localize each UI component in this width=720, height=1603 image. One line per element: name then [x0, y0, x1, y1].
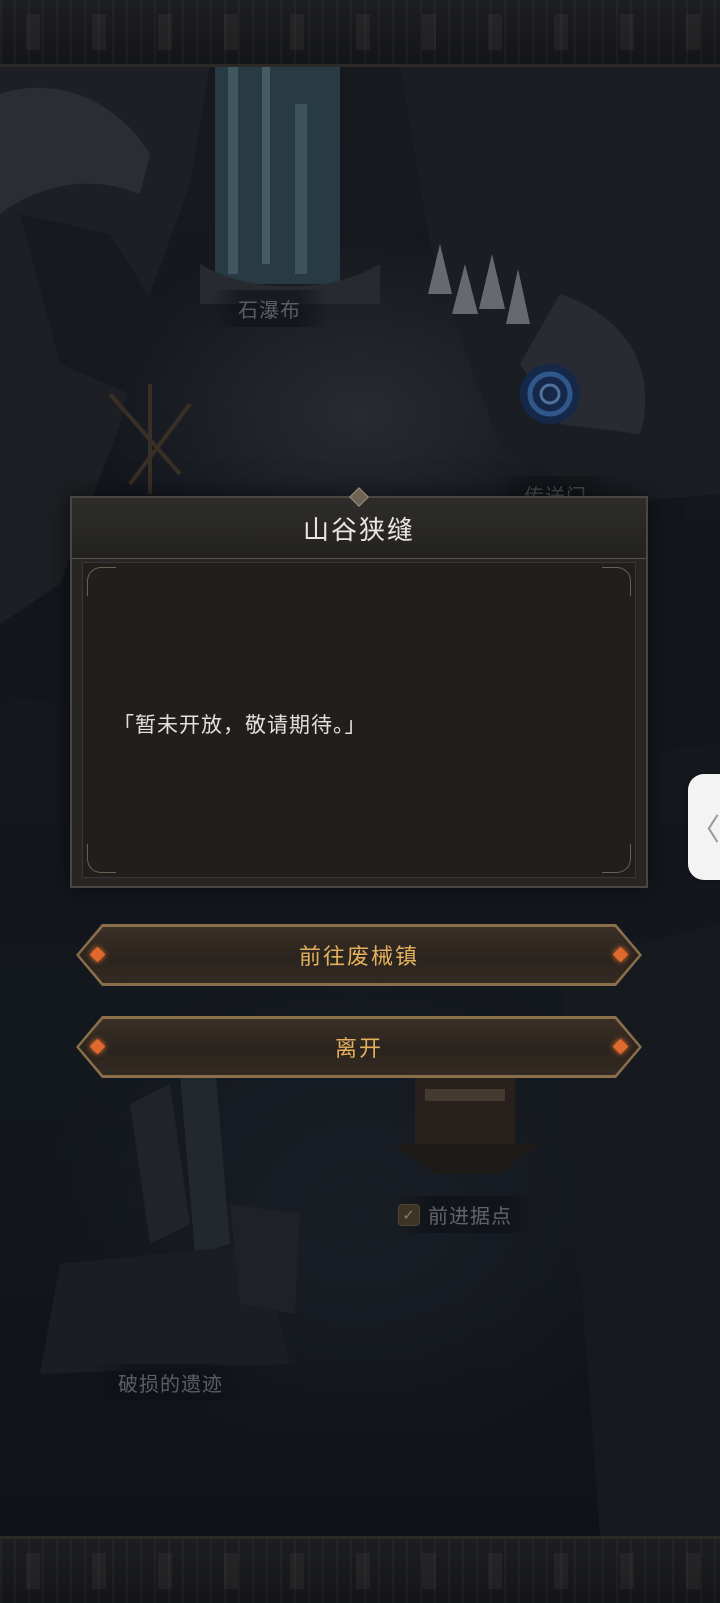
- goto-town-button[interactable]: 前往废械镇: [76, 924, 642, 986]
- corner-ornament: [602, 567, 631, 596]
- location-dialog: 山谷狭缝 「暂未开放，敬请期待。」: [70, 487, 648, 888]
- leave-button[interactable]: 离开: [76, 1016, 642, 1078]
- side-panel-tab[interactable]: 〈: [688, 774, 720, 880]
- top-frame: [0, 0, 720, 67]
- goto-town-label: 前往废械镇: [298, 945, 419, 970]
- corner-ornament: [87, 567, 116, 596]
- dialog-header: 山谷狭缝: [72, 498, 646, 559]
- corner-ornament: [87, 844, 116, 873]
- chevron-left-icon: 〈: [690, 813, 720, 848]
- corner-ornament: [602, 844, 631, 873]
- dialog-title: 山谷狭缝: [302, 515, 415, 546]
- dialog-body: 「暂未开放，敬请期待。」: [82, 562, 636, 878]
- bottom-frame: [0, 1536, 720, 1603]
- leave-label: 离开: [334, 1037, 383, 1062]
- dialog-message: 「暂未开放，敬请期待。」: [113, 713, 367, 737]
